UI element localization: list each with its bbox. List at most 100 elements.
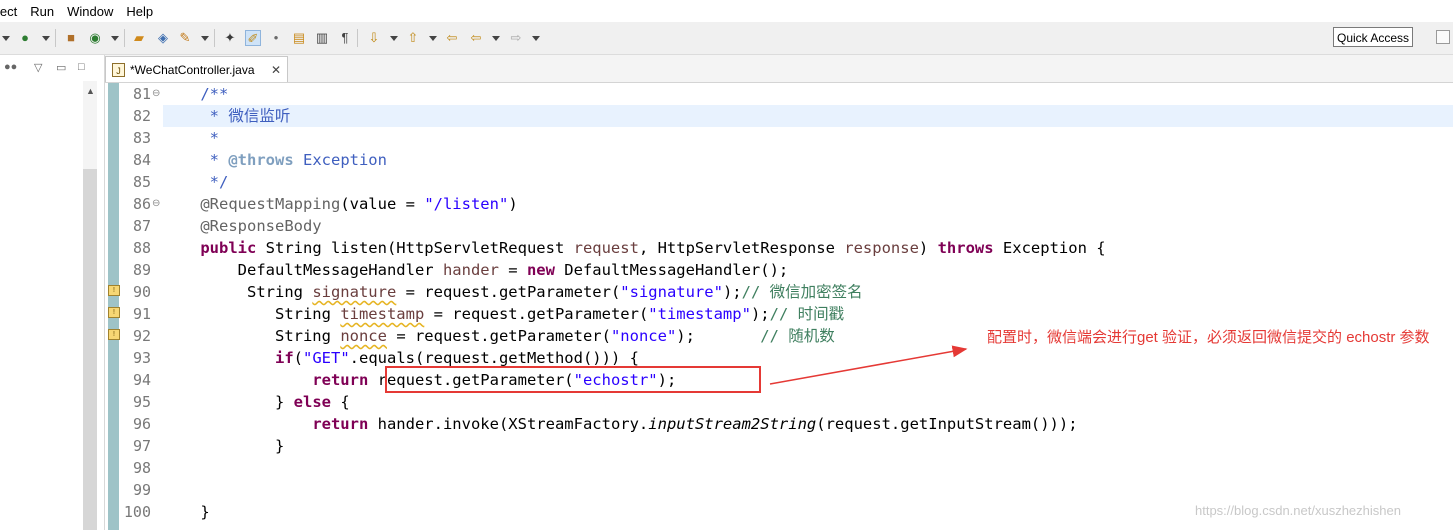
code-token: = xyxy=(498,261,527,279)
code-token: public xyxy=(200,239,257,257)
code-token: response xyxy=(844,239,919,257)
code-token: ); xyxy=(676,327,761,345)
code-token: DefaultMessageHandler(); xyxy=(554,261,789,279)
code-token: = request.getParameter( xyxy=(386,327,611,345)
code-line: } xyxy=(163,501,210,523)
external-tools-icon[interactable]: ✎ xyxy=(177,30,193,46)
code-token: @throws xyxy=(228,151,294,169)
highlight-box xyxy=(385,366,761,393)
maximize-icon[interactable]: □ xyxy=(78,61,85,73)
code-token: .equals(request.getMethod())) { xyxy=(349,349,639,367)
code-token: String listen(HttpServletRequest xyxy=(256,239,574,257)
dropdown-arrow[interactable] xyxy=(42,36,50,41)
view-menu-icon[interactable]: ▽ xyxy=(34,61,42,74)
scrollbar-thumb[interactable] xyxy=(83,169,97,530)
menu-window[interactable]: Window xyxy=(67,4,113,19)
line-number: 93 xyxy=(132,349,151,367)
menu-project[interactable]: ject xyxy=(0,4,17,19)
package-icon[interactable]: ■ xyxy=(63,30,79,46)
code-line: */ xyxy=(163,171,229,193)
annotate-icon[interactable]: ▤ xyxy=(291,30,307,46)
code-token: inputStream2String xyxy=(648,415,817,433)
line-number: 91 xyxy=(132,305,151,323)
code-token: } xyxy=(200,503,210,521)
line-number: 90 xyxy=(132,283,151,301)
code-token: (request.getInputStream())); xyxy=(816,415,1078,433)
current-line-highlight xyxy=(163,105,1453,127)
toolbar-separator xyxy=(357,29,358,47)
quick-access-input[interactable]: Quick Access xyxy=(1333,27,1413,47)
code-token: // 时间戳 xyxy=(769,305,845,323)
fold-toggle-icon[interactable]: ⊖ xyxy=(152,83,160,105)
code-token: ) xyxy=(918,239,938,257)
dropdown-arrow[interactable] xyxy=(201,36,209,41)
close-icon[interactable]: ✕ xyxy=(271,57,281,83)
code-line: @ResponseBody xyxy=(163,215,321,237)
last-edit-icon[interactable]: ⇦ xyxy=(444,30,460,46)
dropdown-arrow[interactable] xyxy=(2,36,10,41)
line-number: 98 xyxy=(132,459,151,477)
code-line: DefaultMessageHandler hander = new Defau… xyxy=(163,259,789,281)
code-token: { xyxy=(330,393,350,411)
code-token: * xyxy=(200,151,229,169)
code-token: = request.getParameter( xyxy=(424,305,649,323)
code-line: } xyxy=(163,435,284,457)
code-token: hander.invoke(XStreamFactory. xyxy=(368,415,649,433)
code-line: @RequestMapping(value = "/listen") xyxy=(163,193,517,215)
left-view-panel: ●● ▽ ▭ □ ▲ xyxy=(0,55,105,530)
next-annotation-icon[interactable]: ⇩ xyxy=(366,30,382,46)
tab-wechatcontroller[interactable]: J *WeChatController.java ✕ xyxy=(105,56,288,82)
dropdown-arrow[interactable] xyxy=(390,36,398,41)
perspective-icon[interactable] xyxy=(1436,30,1450,44)
code-token: "timestamp" xyxy=(648,305,751,323)
scroll-up-icon[interactable]: ▲ xyxy=(86,86,95,96)
open-folder-icon[interactable]: ▰ xyxy=(131,30,147,46)
left-view-header: ●● ▽ ▭ □ xyxy=(0,55,104,81)
code-token: Exception { xyxy=(993,239,1106,257)
line-number: 85 xyxy=(132,173,151,191)
previous-annotation-icon[interactable]: ⇧ xyxy=(405,30,421,46)
line-number: 99 xyxy=(132,481,151,499)
dropdown-arrow[interactable] xyxy=(492,36,500,41)
line-number: 89 xyxy=(132,261,151,279)
show-whitespace-icon[interactable]: • xyxy=(268,30,284,46)
line-number: 83 xyxy=(132,129,151,147)
line-number: 84 xyxy=(132,151,151,169)
menu-run[interactable]: Run xyxy=(30,4,54,19)
paragraph-icon[interactable]: ¶ xyxy=(337,30,353,46)
debug-icon[interactable]: ● xyxy=(17,30,33,46)
code-token: signature xyxy=(312,283,397,301)
forward-icon[interactable]: ⇨ xyxy=(508,30,524,46)
dropdown-arrow[interactable] xyxy=(532,36,540,41)
toggle-mark-icon[interactable]: ✦ xyxy=(222,30,238,46)
run-icon[interactable]: ◉ xyxy=(87,30,103,46)
code-token: = request.getParameter( xyxy=(396,283,621,301)
tab-label: *WeChatController.java xyxy=(130,63,255,77)
highlight-icon[interactable]: ✐ xyxy=(245,30,261,46)
dropdown-arrow[interactable] xyxy=(429,36,437,41)
left-scrollbar[interactable]: ▲ xyxy=(83,81,97,530)
minimize-icon[interactable]: ▭ xyxy=(56,61,66,74)
fold-toggle-icon[interactable]: ⊖ xyxy=(152,193,160,215)
block-select-icon[interactable]: ▥ xyxy=(314,30,330,46)
code-line: * 微信监听 xyxy=(163,105,291,127)
search-icon[interactable]: ◈ xyxy=(155,30,171,46)
line-number: 96 xyxy=(132,415,151,433)
code-token: /** xyxy=(200,85,229,103)
code-token: * xyxy=(200,129,219,147)
view-icon[interactable]: ●● xyxy=(4,61,17,73)
code-token: "GET" xyxy=(303,349,350,367)
back-icon[interactable]: ⇦ xyxy=(468,30,484,46)
code-token: "signature" xyxy=(620,283,723,301)
code-token: */ xyxy=(200,173,229,191)
menu-help[interactable]: Help xyxy=(126,4,153,19)
code-line: public String listen(HttpServletRequest … xyxy=(163,237,1106,259)
code-editor[interactable]: ! ! ! 81 82 83 84 85 86 87 88 89 90 91 9… xyxy=(105,83,1453,530)
callout-note: 配置时，微信端会进行get 验证，必须返回微信提交的 echostr 参数 xyxy=(987,329,1430,346)
dropdown-arrow[interactable] xyxy=(111,36,119,41)
code-token: DefaultMessageHandler xyxy=(200,261,443,279)
code-token: } xyxy=(200,437,285,455)
